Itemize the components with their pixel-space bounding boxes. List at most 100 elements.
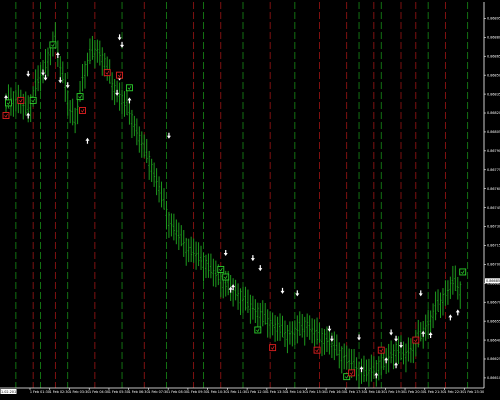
- y-tick-label: 0.86715: [487, 244, 500, 248]
- x-tick-label: 1 Feb 06:30: [129, 390, 149, 394]
- x-tick-label: 1 Feb 02:30: [50, 390, 70, 394]
- x-tick-label: 1 Feb 11:30: [227, 390, 247, 394]
- arrow-up-icon: [428, 332, 433, 339]
- x-tick-labels: 1.02.2011 00:00 1 Feb 01:30 1 Feb 02:30 1 F…: [0, 388, 484, 394]
- buy-signal-marker: [222, 273, 230, 281]
- y-tick-labels: 0.86895 0.86880 0.86865 0.86850 0.86835 0.868…: [484, 17, 500, 380]
- arrow-up-icon: [394, 362, 399, 369]
- x-tick-label: 1 Feb 17:30: [346, 390, 366, 394]
- y-tick-label: 0.86835: [487, 92, 500, 96]
- y-tick-label: 0.86730: [487, 225, 500, 229]
- x-tick-label: 1 Feb 03:30: [69, 390, 89, 394]
- x-tick-label: 1 Feb 21:30: [425, 390, 445, 394]
- x-tick-label: 1 Feb 13:30: [267, 390, 287, 394]
- x-tick-label: 1 Feb 19:30: [385, 390, 405, 394]
- x-tick-label: 1 Feb 22:30: [444, 390, 464, 394]
- x-tick-label: 1 Feb 15:30: [306, 390, 326, 394]
- x-tick-label: 1 Feb 14:30: [286, 390, 306, 394]
- arrow-down-icon: [280, 287, 285, 294]
- price-bars: [5, 22, 462, 389]
- buy-signal-marker: [5, 99, 12, 107]
- x-tick-label: 1 Feb 18:30: [365, 390, 385, 394]
- y-tick-label: 0.86640: [487, 338, 500, 342]
- y-tick-label: 0.86775: [487, 168, 500, 172]
- y-tick-label: 0.86865: [487, 54, 500, 58]
- session-lines: [15, 2, 469, 388]
- x-tick-label: 1 Feb 07:30: [148, 390, 168, 394]
- arrow-up-icon: [374, 372, 379, 379]
- buy-signal-marker: [49, 41, 57, 49]
- arrow-down-icon: [250, 255, 255, 262]
- arrow-down-icon: [327, 325, 332, 332]
- y-tick-label: 0.86805: [487, 130, 500, 134]
- sell-signal-marker: [79, 107, 86, 114]
- sell-signal-marker: [313, 346, 321, 354]
- sell-signal-marker: [348, 369, 356, 377]
- sell-signal-marker: [116, 71, 124, 79]
- y-tick-label: 0.86760: [487, 187, 500, 191]
- x-tick-label: 1 Feb 23:30: [464, 390, 484, 394]
- buy-signal-marker: [76, 93, 84, 101]
- arrow-down-icon: [43, 74, 48, 81]
- signal-markers: [2, 41, 467, 381]
- y-tick-label: 0.86820: [487, 111, 500, 115]
- x-tick-label: 1 Feb 01:30: [30, 390, 50, 394]
- buy-signal-marker: [29, 96, 37, 104]
- x-tick-label: 1 Feb 12:30: [247, 390, 267, 394]
- arrow-down-icon: [120, 41, 125, 48]
- arrow-down-icon: [26, 70, 31, 77]
- current-price-label: 0.86685: [486, 279, 500, 283]
- sell-signal-marker: [269, 344, 277, 352]
- arrow-down-icon: [258, 265, 263, 272]
- arrow-up-icon: [448, 314, 453, 321]
- arrow-signals: [4, 34, 460, 379]
- x-tick-label: 1 Feb 20:30: [405, 390, 425, 394]
- arrow-up-icon: [455, 309, 460, 316]
- arrow-up-icon: [384, 357, 389, 364]
- price-chart: 0.86895 0.86880 0.86865 0.86850 0.86835 0.868…: [0, 2, 500, 394]
- buy-signal-marker: [254, 326, 262, 334]
- arrow-down-icon: [223, 250, 228, 257]
- arrow-down-icon: [389, 329, 394, 336]
- y-tick-label: 0.86895: [487, 17, 500, 21]
- arrow-up-icon: [228, 286, 233, 293]
- arrow-down-icon: [418, 290, 423, 297]
- y-tick-label: 0.86745: [487, 206, 500, 210]
- sell-signal-marker: [103, 69, 111, 77]
- first-time-label: 1.02.2011 00:00: [1, 390, 29, 394]
- arrow-down-icon: [295, 290, 300, 297]
- arrow-down-icon: [117, 34, 122, 41]
- x-tick-label: 1 Feb 08:30: [168, 390, 188, 394]
- y-tick-label: 0.86700: [487, 263, 500, 267]
- x-tick-label: 1 Feb 10:30: [207, 390, 227, 394]
- arrow-down-icon: [166, 132, 171, 139]
- arrow-down-icon: [329, 335, 334, 342]
- arrow-up-icon: [127, 97, 132, 104]
- arrow-up-icon: [85, 137, 90, 144]
- arrow-up-icon: [26, 112, 31, 119]
- y-tick-label: 0.86880: [487, 36, 500, 40]
- y-tick-label: 0.86610: [487, 376, 500, 380]
- y-tick-label: 0.86850: [487, 73, 500, 77]
- arrow-up-icon: [421, 330, 426, 337]
- y-tick-label: 0.86625: [487, 357, 500, 361]
- sell-signal-marker: [2, 112, 10, 119]
- arrow-down-icon: [115, 89, 120, 96]
- arrow-down-icon: [394, 335, 399, 342]
- x-tick-label: 1 Feb 05:30: [109, 390, 129, 394]
- arrow-down-icon: [41, 69, 46, 76]
- x-tick-label: 1 Feb 04:30: [89, 390, 109, 394]
- sell-signal-marker: [377, 346, 385, 354]
- y-tick-label: 0.86790: [487, 149, 500, 153]
- y-tick-label: 0.86670: [487, 300, 500, 304]
- arrow-down-icon: [399, 342, 403, 349]
- current-price-tag: 0.86685: [485, 278, 500, 284]
- y-tick-label: 0.86655: [487, 319, 500, 323]
- arrow-down-icon: [58, 77, 63, 84]
- buy-signal-marker: [125, 84, 133, 92]
- buy-signal-marker: [217, 265, 225, 273]
- buy-signal-marker: [459, 268, 467, 276]
- sell-signal-marker: [412, 336, 420, 344]
- arrow-up-icon: [359, 366, 364, 373]
- sell-signal-marker: [17, 96, 25, 104]
